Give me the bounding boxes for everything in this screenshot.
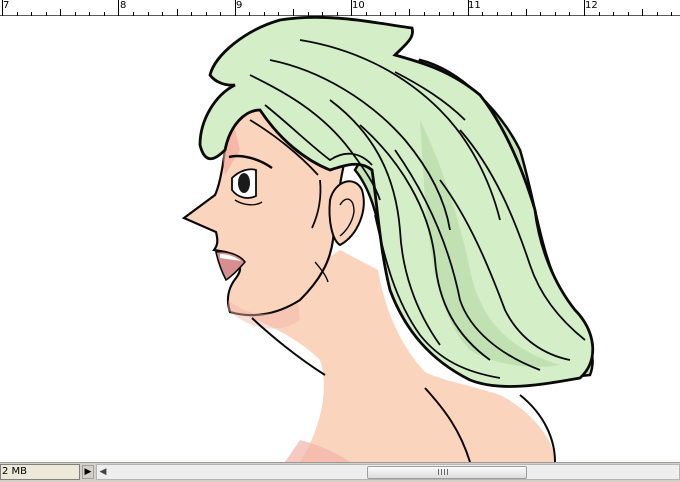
document-canvas[interactable] [0,16,680,462]
ruler-label: 8 [120,0,127,11]
document-size-field: 2 MB [0,464,80,480]
triangle-left-icon[interactable]: ◀ [97,465,109,479]
ruler-label: 10 [352,0,365,11]
ruler-label: 9 [236,0,243,11]
scrollbar-thumb[interactable] [367,466,527,479]
horizontal-ruler[interactable]: 7 8 9 10 11 12 [0,0,680,16]
horizontal-scrollbar[interactable]: ◀ [96,464,680,480]
ruler-label: 12 [585,0,598,11]
grip-icon [438,469,450,475]
ruler-label: 11 [468,0,481,11]
ear [328,180,365,247]
iris [238,173,250,193]
triangle-right-icon[interactable]: ▶ [82,465,94,479]
status-bar: 2 MB ▶ ◀ [0,462,680,482]
ruler-label: 7 [3,0,10,11]
ruler-ticks [2,0,672,16]
illustration [181,16,595,462]
